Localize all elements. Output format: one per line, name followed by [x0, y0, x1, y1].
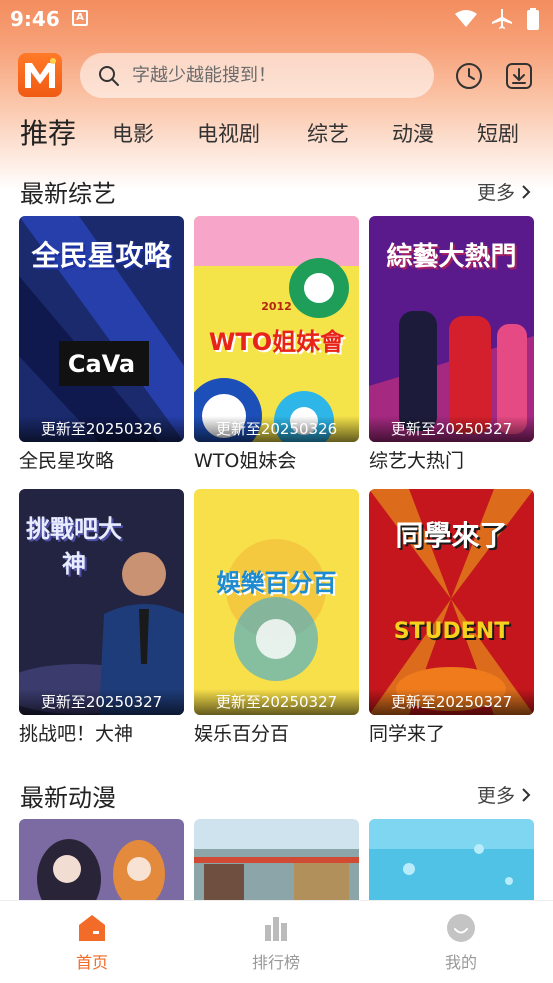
chevron-right-icon	[522, 184, 531, 199]
poster-subtitle: STUDENT	[393, 619, 510, 644]
nav-profile[interactable]: 我的	[401, 913, 521, 973]
poster: 娛樂百分百 更新至20250327	[194, 489, 359, 715]
update-badge: 更新至20250327	[19, 689, 184, 715]
anime-more-link[interactable]: 更多	[477, 781, 531, 808]
search-input[interactable]	[132, 53, 422, 98]
update-badge: 更新至20250327	[369, 416, 534, 442]
update-badge: 更新至20250326	[194, 416, 359, 442]
section-title-variety: 最新综艺	[20, 180, 116, 208]
tab-short-drama[interactable]: 短剧	[477, 118, 519, 148]
status-time: 9:46	[10, 7, 60, 31]
variety-more-link[interactable]: 更多	[477, 178, 531, 205]
wifi-icon	[455, 10, 477, 27]
poster-subtitle: 2012	[261, 300, 292, 313]
poster: WTO姐妹會 2012 更新至20250326	[194, 216, 359, 442]
chevron-right-icon	[522, 787, 531, 802]
nav-home[interactable]: 首页	[32, 913, 152, 973]
airplane-mode-icon	[492, 9, 512, 29]
poster-title-text: 娛樂百分百	[216, 569, 337, 597]
variety-card[interactable]: 娛樂百分百 更新至20250327 娱乐百分百	[194, 489, 359, 746]
app-logo	[18, 53, 62, 97]
poster-title-text: 綜藝大熱門	[386, 242, 517, 272]
variety-card[interactable]: WTO姐妹會 2012 更新至20250326 WTO姐妹会	[194, 216, 359, 473]
variety-card[interactable]: 同學來了 STUDENT 更新至20250327 同学来了	[369, 489, 534, 746]
card-title: 全民星攻略	[19, 450, 115, 472]
variety-card[interactable]: 挑戰吧大神 更新至20250327 挑战吧！大神	[19, 489, 184, 746]
poster-art	[369, 819, 534, 901]
nav-ranking[interactable]: 排行榜	[216, 913, 336, 973]
notification-icon: A	[72, 10, 88, 26]
profile-icon	[447, 914, 475, 942]
update-badge: 更新至20250327	[194, 689, 359, 715]
poster-title-text: WTO姐妹會	[208, 328, 345, 356]
card-title: 同学来了	[369, 723, 446, 745]
poster-title-text: 挑戰吧大神	[26, 515, 122, 578]
tab-anime[interactable]: 动漫	[392, 118, 434, 148]
section-title-anime: 最新动漫	[20, 784, 116, 812]
variety-card[interactable]: 全民星攻略 CaVa 更新至20250326 全民星攻略	[19, 216, 184, 473]
category-tabs: 推荐 电影 电视剧 综艺 动漫 短剧	[0, 112, 553, 152]
card-title: 娱乐百分百	[194, 723, 290, 745]
poster-title-text: 全民星攻略	[31, 239, 172, 272]
more-label: 更多	[476, 182, 515, 204]
poster: 全民星攻略 CaVa 更新至20250326	[19, 216, 184, 442]
poster: 同學來了 STUDENT 更新至20250327	[369, 489, 534, 715]
update-badge: 更新至20250326	[19, 416, 184, 442]
tab-tv-series[interactable]: 电视剧	[197, 118, 260, 148]
poster-art	[194, 819, 359, 901]
nav-label: 首页	[75, 953, 108, 972]
status-icons	[455, 8, 539, 30]
nav-label: 排行榜	[251, 953, 300, 972]
battery-icon	[527, 8, 539, 30]
card-title: 综艺大热门	[369, 450, 465, 472]
nav-label: 我的	[444, 953, 477, 972]
tab-movies[interactable]: 电影	[112, 118, 154, 148]
poster-title-text: 同學來了	[395, 519, 508, 552]
status-bar: 9:46 A	[0, 0, 553, 38]
anime-card[interactable]	[194, 819, 359, 901]
poster-art	[194, 489, 359, 715]
poster-subtitle: CaVa	[67, 350, 136, 378]
poster: 挑戰吧大神 更新至20250327	[19, 489, 184, 715]
variety-card[interactable]: 綜藝大熱門 更新至20250327 综艺大热门	[369, 216, 534, 473]
tab-variety[interactable]: 综艺	[307, 118, 349, 148]
bottom-navigation: 首页 排行榜 我的	[0, 900, 553, 983]
card-title: WTO姐妹会	[194, 450, 297, 472]
anime-card[interactable]	[19, 819, 184, 901]
search-bar[interactable]	[80, 53, 434, 98]
tab-recommend[interactable]: 推荐	[20, 112, 76, 152]
update-badge: 更新至20250327	[369, 689, 534, 715]
search-icon	[99, 66, 119, 86]
home-icon	[79, 915, 105, 941]
poster: 綜藝大熱門 更新至20250327	[369, 216, 534, 442]
more-label: 更多	[476, 785, 515, 807]
history-clock-icon[interactable]	[454, 61, 484, 91]
ranking-icon	[265, 917, 287, 941]
anime-card[interactable]	[369, 819, 534, 901]
download-icon[interactable]	[504, 61, 534, 91]
card-title: 挑战吧！大神	[19, 723, 134, 745]
poster-art	[19, 819, 184, 901]
